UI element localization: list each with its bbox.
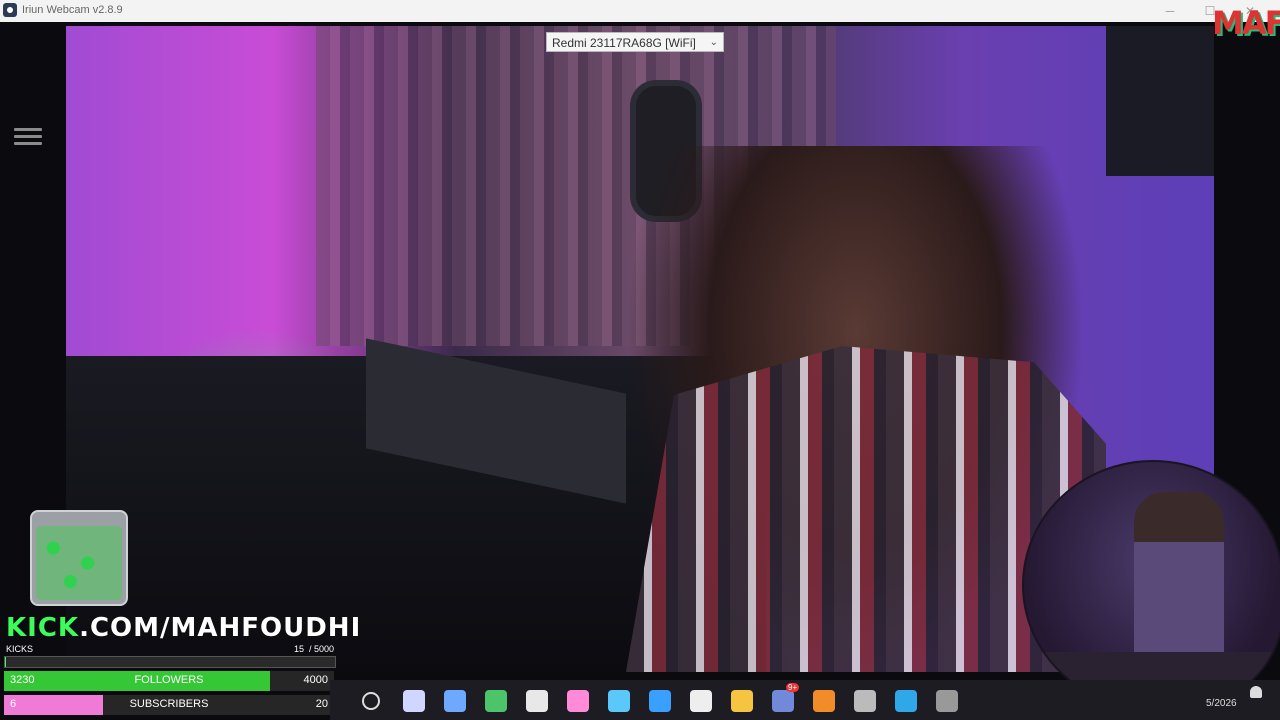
network-icon[interactable] <box>444 690 466 712</box>
kicks-label: KICKS <box>6 644 34 654</box>
followers-goal-bar: 3230 FOLLOWERS 4000 <box>4 671 334 691</box>
secondary-camera-overlay <box>1022 460 1280 710</box>
task-view-icon[interactable] <box>403 690 425 712</box>
subscribers-goal-bar: 6 SUBSCRIBERS 20 <box>4 695 334 715</box>
discord-icon[interactable] <box>772 690 794 712</box>
notification-bell-icon[interactable] <box>1250 686 1262 698</box>
kicks-progress-bar <box>4 656 336 668</box>
hamburger-menu-icon[interactable] <box>14 128 42 148</box>
search-icon[interactable] <box>362 692 380 710</box>
fl-studio-icon[interactable] <box>813 690 835 712</box>
folder-icon[interactable] <box>731 690 753 712</box>
device-select-value: Redmi 23117RA68G [WiFi] <box>552 36 696 50</box>
android-icon[interactable] <box>485 690 507 712</box>
kick-brand-text: KICK <box>6 613 80 643</box>
obs-icon[interactable] <box>854 690 876 712</box>
chevron-down-icon: ⌄ <box>709 37 718 48</box>
kicks-progress-fill <box>5 657 6 667</box>
kicks-goal: / 5000 <box>309 644 335 654</box>
edge-icon[interactable] <box>895 690 917 712</box>
taskbar-clock-date: 5/2026 <box>1206 698 1237 709</box>
title-bar: Iriun Webcam v2.8.9 ─ ☐ ✕ <box>0 0 1280 23</box>
vscode-icon[interactable] <box>649 690 671 712</box>
iriun-app-icon <box>3 3 17 17</box>
minimize-button[interactable]: ─ <box>1150 2 1190 20</box>
kicks-current: 15 <box>294 644 305 654</box>
subscribers-goal: 20 <box>315 698 328 710</box>
notification-badge: 9+ <box>786 683 800 692</box>
kick-domain-text: .COM/MAHFOUDHI <box>79 613 362 643</box>
capcut-icon[interactable] <box>690 690 712 712</box>
device-select[interactable]: Redmi 23117RA68G [WiFi] ⌄ <box>546 32 724 52</box>
window-title: Iriun Webcam v2.8.9 <box>22 4 123 16</box>
windows-taskbar <box>330 680 1280 720</box>
webcam-icon[interactable] <box>526 690 548 712</box>
subscribers-label: SUBSCRIBERS <box>129 698 209 710</box>
keyboard-icon[interactable] <box>936 690 958 712</box>
kick-channel-url: KICK.COM/MAHFOUDHI <box>6 614 361 642</box>
kicks-count: 15 / 5000 <box>294 644 334 654</box>
followers-label: FOLLOWERS <box>134 674 204 686</box>
store-icon[interactable] <box>608 690 630 712</box>
channel-logo: MAF <box>1212 4 1280 42</box>
kicks-jar-image <box>30 510 128 606</box>
copilot-icon[interactable] <box>567 690 589 712</box>
followers-goal: 4000 <box>303 674 328 686</box>
